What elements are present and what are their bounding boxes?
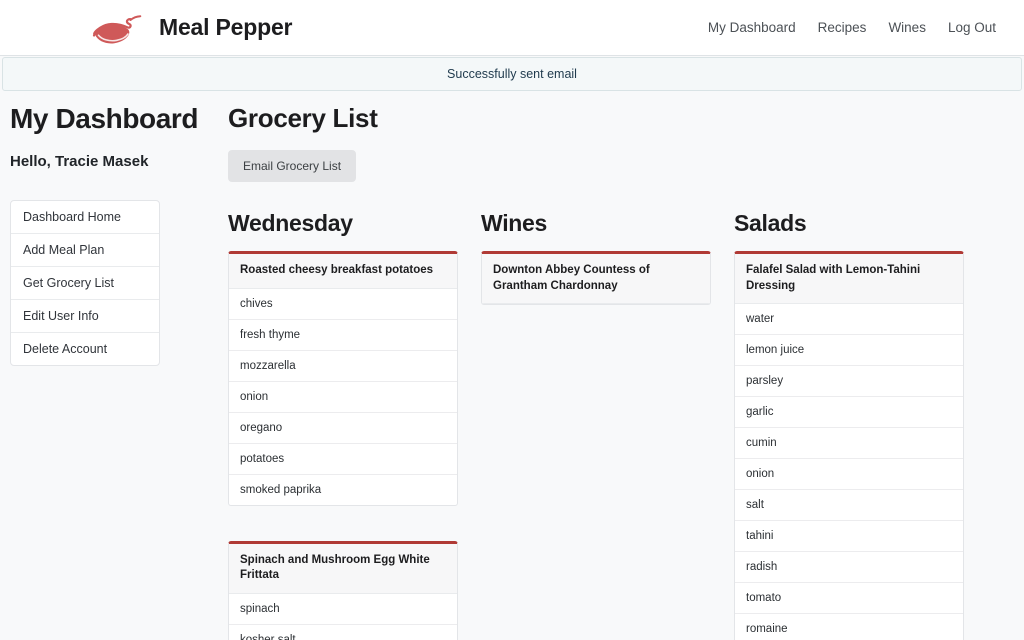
sidebar-menu: Dashboard Home Add Meal Plan Get Grocery… <box>10 200 160 366</box>
grocery-list-title: Grocery List <box>228 103 378 133</box>
ingredient-row: oregano <box>229 413 457 444</box>
main-content: Grocery List Email Grocery List Wednesda… <box>228 103 1024 640</box>
ingredient-row: romaine <box>735 614 963 640</box>
page-title: My Dashboard <box>10 103 199 134</box>
sidebar: My Dashboard Hello, Tracie Masek Dashboa… <box>0 103 228 640</box>
wine-card[interactable]: Downton Abbey Countess of Grantham Chard… <box>481 251 711 306</box>
sidebar-item-delete-account[interactable]: Delete Account <box>11 333 159 365</box>
greeting-text: Hello, Tracie Masek <box>10 153 149 170</box>
column-title: Wednesday <box>228 210 353 236</box>
navbar: Meal Pepper My Dashboard Recipes Wines L… <box>0 0 1024 56</box>
recipe-card-title: Roasted cheesy breakfast potatoes <box>229 254 457 289</box>
sidebar-item-add-meal-plan[interactable]: Add Meal Plan <box>11 234 159 267</box>
page-body: My Dashboard Hello, Tracie Masek Dashboa… <box>0 91 1024 640</box>
ingredient-row: potatoes <box>229 444 457 475</box>
ingredient-row: radish <box>735 552 963 584</box>
chili-pepper-icon <box>92 11 150 45</box>
nav-links: My Dashboard Recipes Wines Log Out <box>708 20 1010 35</box>
alert-wrapper: Successfully sent email <box>0 57 1024 91</box>
grocery-columns: Wednesday Roasted cheesy breakfast potat… <box>228 210 964 640</box>
ingredient-row: smoked paprika <box>240 483 322 496</box>
ingredient-row: onion <box>735 459 963 491</box>
ingredient-row: garlic <box>735 397 963 429</box>
nav-link-recipes[interactable]: Recipes <box>818 20 867 35</box>
ingredient-row: lemon juice <box>735 335 963 367</box>
ingredient-row: fresh thyme <box>229 320 457 351</box>
recipe-card-title: Spinach and Mushroom Egg White Frittata <box>229 543 457 594</box>
ingredient-row: salt <box>735 490 963 522</box>
recipe-card[interactable]: Roasted cheesy breakfast potatoes chives… <box>228 251 458 506</box>
ingredient-row: tahini <box>735 521 963 553</box>
recipe-card[interactable]: Spinach and Mushroom Egg White Frittata … <box>228 540 458 640</box>
brand-name: Meal Pepper <box>159 14 293 40</box>
column-salads: Salads Falafel Salad with Lemon-Tahini D… <box>734 210 964 640</box>
email-grocery-list-button[interactable]: Email Grocery List <box>228 150 357 182</box>
nav-link-wines[interactable]: Wines <box>888 20 926 35</box>
nav-link-my-dashboard[interactable]: My Dashboard <box>708 20 796 35</box>
ingredient-row: kosher salt <box>229 625 457 640</box>
status-alert: Successfully sent email <box>2 57 1022 91</box>
sidebar-item-dashboard-home[interactable]: Dashboard Home <box>11 201 159 234</box>
sidebar-item-edit-user-info[interactable]: Edit User Info <box>11 300 159 333</box>
ingredient-row: tomato <box>735 583 963 615</box>
ingredient-row: parsley <box>735 366 963 398</box>
ingredient-row: mozzarella <box>229 351 457 382</box>
column-wines: Wines Downton Abbey Countess of Grantham… <box>481 210 711 640</box>
column-title: Wines <box>481 210 548 236</box>
ingredient-row: cumin <box>735 428 963 460</box>
ingredient-row: spinach <box>229 594 457 625</box>
column-wednesday: Wednesday Roasted cheesy breakfast potat… <box>228 210 458 640</box>
recipe-card-title: Falafel Salad with Lemon-Tahini Dressing <box>735 254 963 305</box>
brand-link[interactable]: Meal Pepper <box>92 11 292 45</box>
ingredient-row: onion <box>229 382 457 413</box>
ingredient-row: water <box>735 304 963 336</box>
wine-card-title: Downton Abbey Countess of Grantham Chard… <box>482 254 710 305</box>
alert-message: Successfully sent email <box>447 67 577 81</box>
nav-link-log-out[interactable]: Log Out <box>948 20 996 35</box>
sidebar-item-get-grocery-list[interactable]: Get Grocery List <box>11 267 159 300</box>
column-title: Salads <box>734 210 807 236</box>
ingredient-row: chives <box>229 289 457 320</box>
recipe-card[interactable]: Falafel Salad with Lemon-Tahini Dressing… <box>734 251 964 640</box>
